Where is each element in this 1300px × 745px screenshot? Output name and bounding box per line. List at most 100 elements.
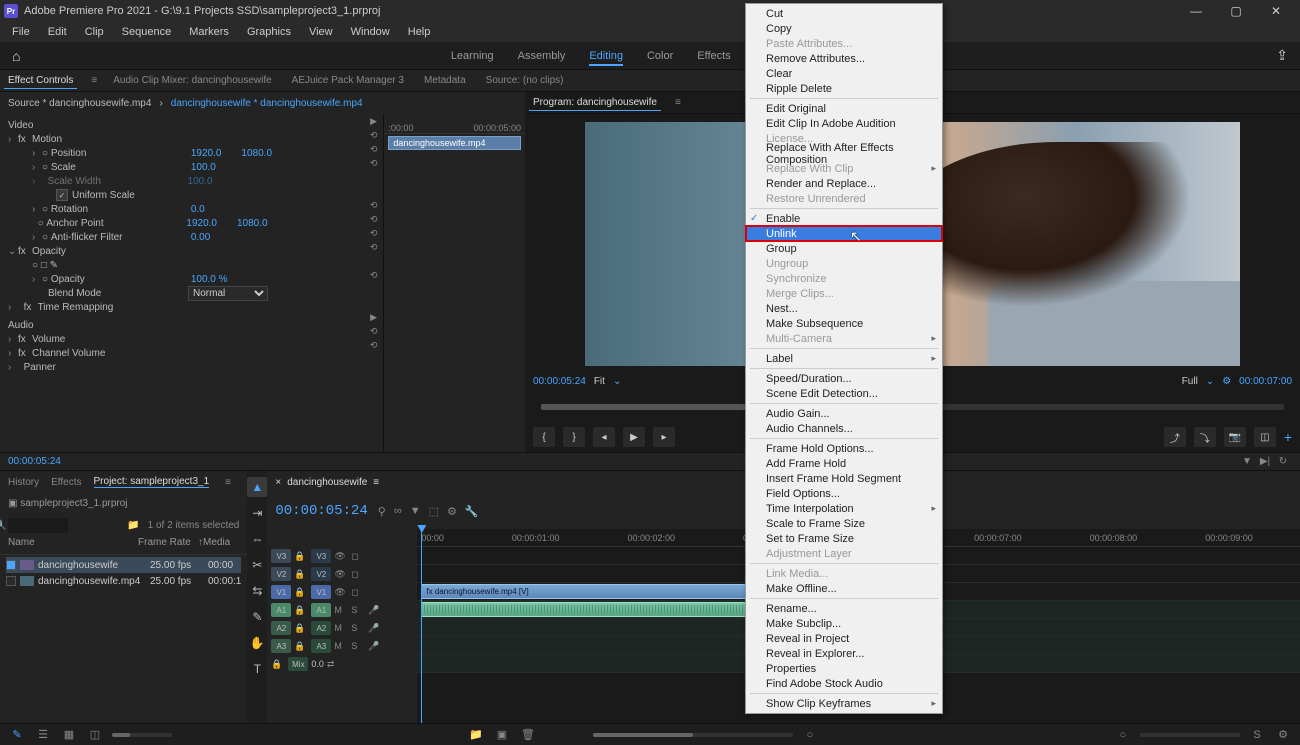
pen-tool-icon[interactable]: ✎ xyxy=(247,607,267,627)
extract-icon[interactable]: ⤵ xyxy=(1194,427,1216,447)
folder-icon[interactable]: 📁 xyxy=(127,520,139,531)
position-x[interactable]: 1920.0 xyxy=(191,148,222,159)
anchor-x[interactable]: 1920.0 xyxy=(186,218,217,229)
play-icon[interactable]: ▶ xyxy=(623,427,645,447)
maximize-button[interactable]: ▢ xyxy=(1216,0,1256,22)
menu-markers[interactable]: Markers xyxy=(181,24,237,40)
new-bin-icon[interactable]: 📁 xyxy=(467,727,485,743)
panel-menu-icon[interactable]: ≡ xyxy=(675,97,681,108)
opacity-effect[interactable]: Opacity xyxy=(32,246,66,257)
mark-out-icon[interactable]: } xyxy=(563,427,585,447)
menu-item-speed-duration-[interactable]: Speed/Duration... xyxy=(746,371,942,386)
project-item[interactable]: dancinghousewife25.00 fps00:00 xyxy=(6,557,241,573)
project-tab[interactable]: Effects xyxy=(51,477,81,488)
source-tab[interactable]: Effect Controls xyxy=(4,73,77,89)
menu-edit[interactable]: Edit xyxy=(40,24,75,40)
project-search-input[interactable] xyxy=(8,518,68,533)
ec-sequence-link[interactable]: dancinghousewife * dancinghousewife.mp4 xyxy=(171,98,363,109)
loop-icon[interactable]: ↻ xyxy=(1274,456,1292,467)
zoom-fit[interactable]: Fit xyxy=(594,376,605,387)
icon-view-icon[interactable]: ▦ xyxy=(60,727,78,743)
minimize-button[interactable]: — xyxy=(1176,0,1216,22)
menu-clip[interactable]: Clip xyxy=(77,24,112,40)
export-icon[interactable]: ⇪ xyxy=(1276,47,1288,64)
menu-help[interactable]: Help xyxy=(400,24,439,40)
workspace-editing[interactable]: Editing xyxy=(589,50,623,66)
project-item[interactable]: dancinghousewife.mp425.00 fps00:00:1 xyxy=(6,573,241,589)
menu-item-nest-[interactable]: Nest... xyxy=(746,301,942,316)
resolution-full[interactable]: Full xyxy=(1182,376,1198,387)
menu-item-label[interactable]: Label▸ xyxy=(746,351,942,366)
menu-item-clear[interactable]: Clear xyxy=(746,66,942,81)
insert-icon[interactable]: ⬚ xyxy=(429,505,439,518)
menu-item-enable[interactable]: ✓Enable xyxy=(746,211,942,226)
menu-view[interactable]: View xyxy=(301,24,341,40)
menu-item-add-frame-hold[interactable]: Add Frame Hold xyxy=(746,456,942,471)
menu-window[interactable]: Window xyxy=(343,24,398,40)
flicker-value[interactable]: 0.00 xyxy=(191,232,210,243)
menu-sequence[interactable]: Sequence xyxy=(114,24,180,40)
menu-item-audio-channels-[interactable]: Audio Channels... xyxy=(746,421,942,436)
settings-icon[interactable]: ⚙ xyxy=(1222,376,1231,387)
source-tab[interactable]: AEJuice Pack Manager 3 xyxy=(288,73,408,88)
wrench-icon[interactable]: 🔧 xyxy=(465,505,479,518)
export-frame-icon[interactable]: 📷 xyxy=(1224,427,1246,447)
menu-item-scene-edit-detection-[interactable]: Scene Edit Detection... xyxy=(746,386,942,401)
menu-item-copy[interactable]: Copy xyxy=(746,21,942,36)
mark-in-icon[interactable]: { xyxy=(533,427,555,447)
menu-item-scale-to-frame-size[interactable]: Scale to Frame Size xyxy=(746,516,942,531)
snap-icon[interactable]: ⚲ xyxy=(378,505,386,518)
menu-item-insert-frame-hold-segment[interactable]: Insert Frame Hold Segment xyxy=(746,471,942,486)
scale-value[interactable]: 100.0 xyxy=(191,162,216,173)
menu-item-make-subclip-[interactable]: Make Subclip... xyxy=(746,616,942,631)
selection-tool-icon[interactable]: ▲ xyxy=(247,477,267,497)
marker-icon[interactable]: ▼ xyxy=(410,505,421,518)
menu-item-cut[interactable]: Cut xyxy=(746,6,942,21)
rotation-value[interactable]: 0.0 xyxy=(191,204,205,215)
menu-item-frame-hold-options-[interactable]: Frame Hold Options... xyxy=(746,441,942,456)
playhead[interactable] xyxy=(421,529,422,723)
workspace-color[interactable]: Color xyxy=(647,50,673,62)
anchor-y[interactable]: 1080.0 xyxy=(237,218,268,229)
timeline-timecode[interactable]: 00:00:05:24 xyxy=(275,503,367,519)
source-tab[interactable]: Audio Clip Mixer: dancinghousewife xyxy=(109,73,275,88)
program-tab[interactable]: Program: dancinghousewife xyxy=(529,95,661,111)
project-tab[interactable]: Project: sampleproject3_1 xyxy=(94,476,210,488)
track-select-tool-icon[interactable]: ⇥ xyxy=(247,503,267,523)
compare-icon[interactable]: ◫ xyxy=(1254,427,1276,447)
step-fwd-icon[interactable]: ▸ xyxy=(653,427,675,447)
add-button-icon[interactable]: + xyxy=(1284,429,1292,445)
bin-icon[interactable]: ▣ xyxy=(8,498,17,509)
linked-sel-icon[interactable]: ∞ xyxy=(394,505,402,518)
lift-icon[interactable]: ⤴ xyxy=(1164,427,1186,447)
razor-tool-icon[interactable]: ✂ xyxy=(247,555,267,575)
menu-item-render-and-replace-[interactable]: Render and Replace... xyxy=(746,176,942,191)
menu-file[interactable]: File xyxy=(4,24,38,40)
workspace-assembly[interactable]: Assembly xyxy=(518,50,566,62)
menu-item-show-clip-keyframes[interactable]: Show Clip Keyframes▸ xyxy=(746,696,942,711)
sequence-tab[interactable]: dancinghousewife xyxy=(287,477,367,488)
new-item-icon[interactable]: ▣ xyxy=(493,727,511,743)
trash-icon[interactable]: 🗑 xyxy=(519,727,537,743)
menu-graphics[interactable]: Graphics xyxy=(239,24,299,40)
project-breadcrumb[interactable]: sampleproject3_1.prproj xyxy=(20,498,127,509)
type-tool-icon[interactable]: T xyxy=(247,659,267,679)
menu-item-properties[interactable]: Properties xyxy=(746,661,942,676)
menu-item-replace-with-after-effects-composition[interactable]: Replace With After Effects Composition xyxy=(746,146,942,161)
blend-mode-select[interactable]: Normal xyxy=(188,286,268,301)
step-back-icon[interactable]: ◂ xyxy=(593,427,615,447)
filter-icon[interactable]: ▼ xyxy=(1238,456,1256,467)
channel-volume[interactable]: Channel Volume xyxy=(32,348,105,359)
settings-icon[interactable]: ⚙ xyxy=(447,505,457,518)
project-tab[interactable]: History xyxy=(8,477,39,488)
time-remapping[interactable]: Time Remapping xyxy=(38,302,114,313)
effect-controls-timeline[interactable]: :00:0000:00:05:00 dancinghousewife.mp4 xyxy=(383,114,525,452)
hand-tool-icon[interactable]: ✋ xyxy=(247,633,267,653)
source-tab[interactable]: Source: (no clips) xyxy=(482,73,568,88)
motion-effect[interactable]: Motion xyxy=(32,134,62,145)
menu-item-reveal-in-project[interactable]: Reveal in Project xyxy=(746,631,942,646)
menu-item-make-offline-[interactable]: Make Offline... xyxy=(746,581,942,596)
menu-item-find-adobe-stock-audio[interactable]: Find Adobe Stock Audio xyxy=(746,676,942,691)
pen-icon[interactable]: ✎ xyxy=(8,727,26,743)
menu-item-audio-gain-[interactable]: Audio Gain... xyxy=(746,406,942,421)
